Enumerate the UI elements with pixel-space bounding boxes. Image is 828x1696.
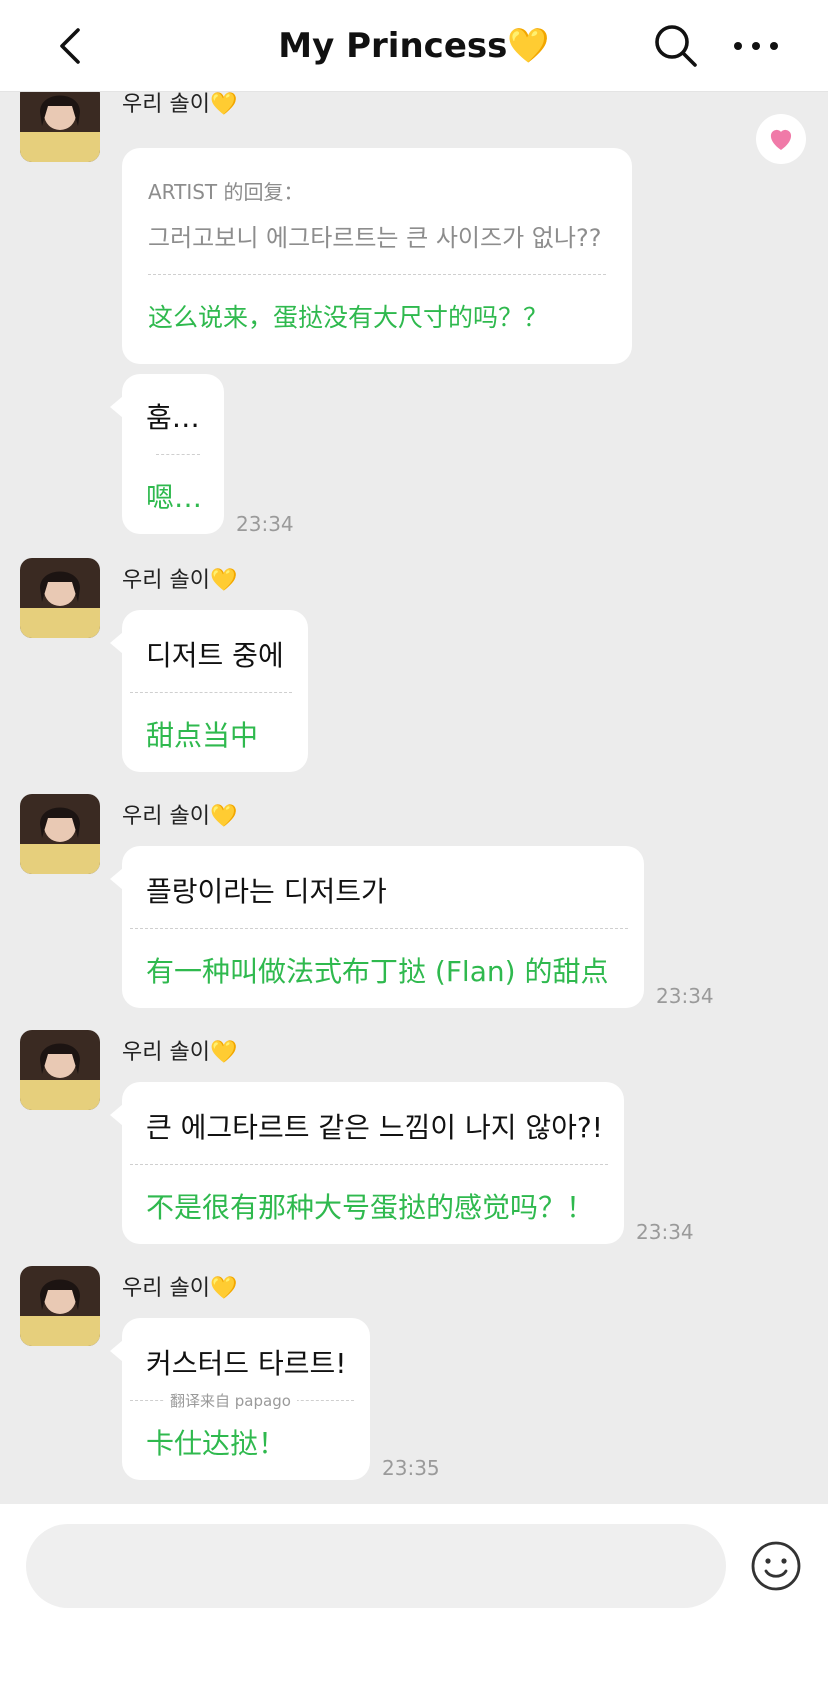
divider	[130, 692, 292, 693]
title-heart-emoji: 💛	[507, 26, 550, 66]
message-time: 23:34	[656, 984, 714, 1008]
page-title: My Princess💛	[0, 26, 828, 66]
avatar[interactable]	[20, 92, 100, 162]
message-translation-text: 卡仕达挞！	[146, 1427, 287, 1460]
divider	[148, 274, 606, 275]
sender-name: 우리 솔이💛	[122, 568, 238, 593]
top-bar: My Princess💛	[0, 0, 828, 92]
chat-area[interactable]: 우리 솔이💛 ARTIST 的回复： 그러고보니 에그타르트는 큰 사이즈가 없…	[0, 92, 828, 1504]
reply-message-bubble[interactable]: ARTIST 的回复： 그러고보니 에그타르트는 큰 사이즈가 없나?? 这么说…	[122, 148, 632, 364]
divider	[130, 1164, 608, 1165]
message-translation-text: 嗯…	[146, 481, 203, 514]
title-text: My Princess	[278, 26, 508, 66]
message-time: 23:35	[382, 1456, 440, 1480]
avatar-image	[20, 92, 100, 162]
message-translation-text: 甜点当中	[146, 719, 259, 752]
message-bubble[interactable]: 큰 에그타르트 같은 느낌이 나지 않아?! 不是很有那种大号蛋挞的感觉吗？！	[110, 1082, 624, 1244]
message-original-text: 커스터드 타르트!	[146, 1347, 347, 1380]
emoji-button[interactable]	[750, 1540, 802, 1592]
message-time: 23:34	[636, 1220, 694, 1244]
avatar-image	[20, 1030, 100, 1110]
reply-translation-text: 这么说来，蛋挞没有大尺寸的吗？？	[148, 303, 549, 332]
avatar-image	[20, 558, 100, 638]
sender-name: 우리 솔이💛	[122, 1040, 238, 1065]
avatar[interactable]	[20, 558, 100, 638]
message-time: 23:34	[236, 512, 294, 536]
more-options-button[interactable]	[730, 26, 782, 66]
sender-name: 우리 솔이💛	[122, 1276, 238, 1301]
message-original-text: 플랑이라는 디저트가	[146, 875, 387, 908]
message-input[interactable]	[26, 1524, 726, 1608]
avatar-image	[20, 1266, 100, 1346]
divider	[156, 454, 200, 455]
avatar-image	[20, 794, 100, 874]
sender-name: 우리 솔이💛	[122, 804, 238, 829]
search-icon	[655, 25, 697, 67]
smiley-icon	[751, 1541, 801, 1591]
message-translation-text: 有一种叫做法式布丁挞 (Flan) 的甜点	[146, 955, 609, 988]
search-button[interactable]	[652, 22, 700, 70]
message-bubble[interactable]: 커스터드 타르트! 翻译来自 papago 卡仕达挞！	[110, 1318, 370, 1480]
avatar[interactable]	[20, 1266, 100, 1346]
heart-icon	[770, 129, 792, 150]
message-bubble[interactable]: 플랑이라는 디저트가 有一种叫做法式布丁挞 (Flan) 的甜点	[110, 846, 644, 1008]
message-bubble[interactable]: 훔… 嗯…	[110, 374, 224, 534]
message-original-text: 큰 에그타르트 같은 느낌이 나지 않아?!	[146, 1111, 603, 1144]
more-dots-icon	[734, 42, 778, 50]
message-bubble[interactable]: 디저트 중에 甜点当中	[110, 610, 308, 772]
avatar[interactable]	[20, 794, 100, 874]
divider	[130, 928, 628, 929]
like-button[interactable]	[756, 114, 806, 164]
sender-name: 우리 솔이💛	[122, 92, 238, 117]
reply-label: ARTIST 的回复：	[148, 180, 304, 204]
message-original-text: 훔…	[146, 401, 200, 434]
input-bar	[0, 1504, 828, 1696]
translation-source-label: 翻译来自 papago	[164, 1390, 297, 1411]
avatar[interactable]	[20, 1030, 100, 1110]
reply-original-text: 그러고보니 에그타르트는 큰 사이즈가 없나??	[148, 224, 602, 252]
message-original-text: 디저트 중에	[146, 639, 284, 672]
message-translation-text: 不是很有那种大号蛋挞的感觉吗？！	[146, 1191, 595, 1224]
